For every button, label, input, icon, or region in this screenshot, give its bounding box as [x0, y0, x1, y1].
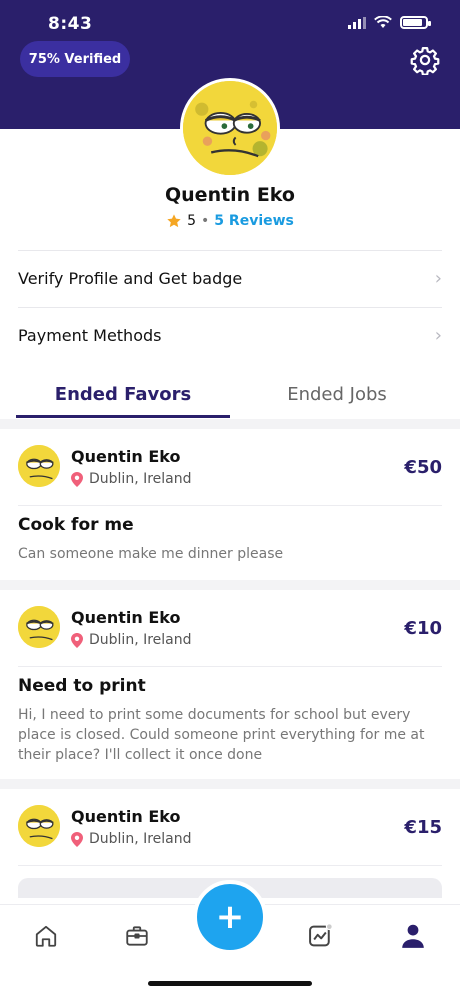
tab-ended-favors[interactable]: Ended Favors	[16, 372, 230, 418]
wifi-icon	[374, 16, 392, 28]
card-user-name: Quentin Eko	[71, 608, 181, 627]
card-divider	[18, 865, 442, 866]
card-title: Cook for me	[18, 515, 134, 535]
card-location: Dublin, Ireland	[71, 471, 192, 487]
settings-button[interactable]	[408, 43, 442, 77]
favors-tabs: Ended Favors Ended Jobs	[16, 372, 444, 418]
card-location: Dublin, Ireland	[71, 831, 192, 847]
star-icon	[167, 214, 181, 228]
battery-fill	[403, 19, 422, 26]
menu-item-payment-methods[interactable]: Payment Methods ›	[18, 307, 442, 363]
card-description: Hi, I need to print some documents for s…	[18, 707, 425, 763]
nav-profile[interactable]	[398, 921, 428, 951]
profile-avatar[interactable]	[180, 78, 280, 178]
rating-separator: •	[201, 213, 210, 229]
rating-row: 5 • 5 Reviews	[0, 213, 460, 229]
location-pin-icon	[71, 471, 83, 487]
battery-icon	[400, 16, 431, 29]
card-avatar	[18, 805, 60, 847]
location-pin-icon	[71, 632, 83, 648]
menu-item-verify-profile[interactable]: Verify Profile and Get badge ›	[18, 250, 442, 306]
location-pin-icon	[71, 831, 83, 847]
card-price: €15	[404, 817, 442, 838]
menu-item-label: Verify Profile and Get badge	[18, 269, 243, 288]
tab-ended-jobs[interactable]: Ended Jobs	[230, 372, 444, 418]
verified-label: 75% Verified	[28, 51, 122, 67]
menu-item-label: Payment Methods	[18, 326, 162, 345]
verified-badge-button[interactable]: 75% Verified	[20, 41, 130, 77]
home-indicator[interactable]	[148, 981, 312, 986]
chevron-right-icon: ›	[434, 325, 442, 346]
card-divider	[18, 666, 442, 667]
section-gap	[0, 419, 460, 429]
nav-jobs[interactable]	[122, 921, 152, 951]
briefcase-icon	[126, 926, 148, 946]
avatar-image	[18, 445, 60, 487]
card-divider	[18, 505, 442, 506]
card-user-name: Quentin Eko	[71, 807, 181, 826]
card-description: Can someone make me dinner please	[18, 546, 284, 562]
status-icons	[348, 16, 431, 29]
favor-card[interactable]: Quentin Eko Dublin, Ireland €10 Need to …	[0, 590, 460, 779]
avatar-image	[18, 805, 60, 847]
profile-name: Quentin Eko	[165, 184, 295, 206]
status-time: 8:43	[48, 14, 93, 34]
card-gap	[0, 580, 460, 590]
card-avatar	[18, 445, 60, 487]
gear-icon	[410, 47, 440, 75]
avatar-image	[183, 81, 277, 175]
nav-activity[interactable]	[305, 921, 335, 951]
card-gap	[0, 779, 460, 789]
nav-home[interactable]	[31, 921, 61, 951]
chevron-right-icon: ›	[434, 268, 442, 289]
rating-value: 5	[187, 213, 197, 229]
create-favor-button[interactable]: +	[193, 880, 267, 954]
card-location: Dublin, Ireland	[71, 632, 192, 648]
home-icon	[35, 925, 57, 947]
signal-icon	[348, 16, 366, 29]
favor-card[interactable]: Quentin Eko Dublin, Ireland €50 Cook for…	[0, 429, 460, 580]
card-title: Need to print	[18, 676, 146, 696]
card-price: €10	[404, 618, 442, 639]
status-bar: 8:43	[0, 0, 460, 44]
card-avatar	[18, 606, 60, 648]
plus-icon: +	[215, 897, 245, 937]
card-location-text: Dublin, Ireland	[89, 471, 192, 487]
chart-icon	[309, 923, 333, 947]
avatar-image	[18, 606, 60, 648]
card-location-text: Dublin, Ireland	[89, 632, 192, 648]
reviews-link[interactable]: 5 Reviews	[214, 213, 294, 229]
card-location-text: Dublin, Ireland	[89, 831, 192, 847]
profile-icon	[402, 924, 424, 948]
card-price: €50	[404, 457, 442, 478]
card-user-name: Quentin Eko	[71, 447, 181, 466]
